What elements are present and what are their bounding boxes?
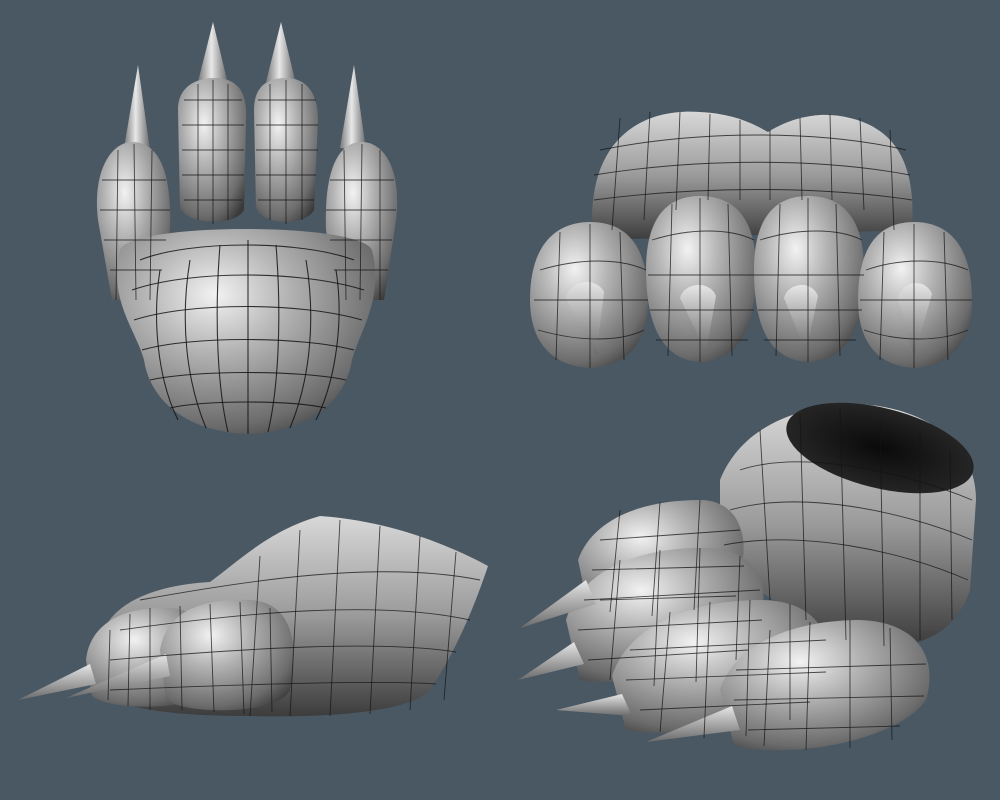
claw: [198, 22, 228, 84]
paw-back-hump: [592, 111, 913, 240]
claw: [518, 642, 584, 680]
claw: [340, 65, 366, 150]
paw-top-view: [96, 22, 398, 434]
paw-front-view: [530, 111, 972, 368]
claw: [18, 664, 96, 700]
palm: [117, 229, 376, 434]
paw-side-view: [18, 516, 488, 717]
viewport-canvas: [18, 22, 976, 751]
claw: [124, 65, 150, 150]
paw-perspective-view: [518, 402, 976, 751]
claw: [556, 694, 632, 716]
claw: [266, 22, 296, 84]
